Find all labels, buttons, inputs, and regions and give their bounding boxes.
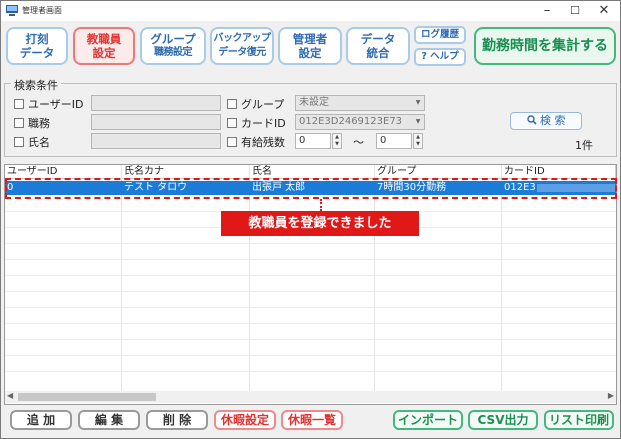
toolbar-label: 管理者 [292, 32, 328, 46]
window-title: 管理者画面 [22, 6, 62, 15]
paid-leave-to-input[interactable]: 0 [376, 133, 412, 149]
scroll-right-icon[interactable]: ▶ [608, 391, 614, 400]
group-label: グループ [241, 98, 285, 111]
user-id-label: ユーザーID [28, 98, 84, 111]
minimize-icon[interactable]: – [534, 1, 560, 21]
toolbar-label: データ復元 [218, 47, 266, 58]
paid-leave-from-input[interactable]: 0 [295, 133, 331, 149]
column-header-name[interactable]: 氏名 [250, 165, 375, 179]
user-id-field[interactable] [91, 95, 221, 111]
toolbar-label: データ [19, 46, 55, 60]
role-field[interactable] [91, 114, 221, 130]
search-button[interactable]: 検 索 [510, 112, 582, 130]
delete-button[interactable]: 削 除 [146, 410, 208, 430]
group-select-value: 未設定 [299, 97, 329, 108]
toolbar-label: 打刻 [25, 32, 49, 46]
toolbar-label: 教職員 [86, 32, 122, 46]
toolbar-backup-button[interactable]: バックアップ データ復元 [210, 27, 274, 65]
add-button[interactable]: 追 加 [10, 410, 72, 430]
aggregate-hours-button[interactable]: 勤務時間を集計する [474, 27, 616, 65]
chevron-down-icon: ▼ [415, 99, 421, 106]
paid-leave-label: 有給残数 [241, 136, 285, 149]
staff-table[interactable]: ユーザーID 氏名カナ 氏名 グループ カードID 0 テスト タロウ 出張戸 … [4, 164, 617, 405]
search-panel-title: 検索条件 [11, 77, 61, 93]
column-header-card-id[interactable]: カードID [502, 165, 616, 179]
admin-window: 管理者画面 – ☐ ✕ 打刻 データ 教職員 設定 グループ 職務設定 バックア… [0, 0, 621, 439]
name-checkbox[interactable] [14, 137, 24, 147]
leave-list-button[interactable]: 休暇一覧 [281, 410, 343, 430]
name-label: 氏名 [28, 136, 50, 149]
highlight-box [5, 178, 617, 199]
name-field[interactable] [91, 133, 221, 149]
chevron-down-icon: ▼ [415, 118, 421, 125]
csv-export-button[interactable]: CSV出力 [468, 410, 538, 430]
callout-connector [320, 199, 322, 211]
toolbar-label: 職務設定 [154, 47, 193, 58]
toolbar-data-merge-button[interactable]: データ 統合 [346, 27, 410, 65]
toolbar-staff-settings-button[interactable]: 教職員 設定 [73, 27, 135, 65]
group-checkbox[interactable] [227, 99, 237, 109]
callout-message: 教職員を登録できました [221, 211, 419, 236]
toolbar-admin-settings-button[interactable]: 管理者 設定 [278, 27, 342, 65]
column-header-group[interactable]: グループ [375, 165, 502, 179]
maximize-icon[interactable]: ☐ [562, 1, 588, 21]
title-bar: 管理者画面 – ☐ ✕ [1, 1, 620, 21]
toolbar-punch-data-button[interactable]: 打刻 データ [6, 27, 68, 65]
toolbar-label: データ [360, 32, 396, 46]
toolbar-label: バックアップ [213, 33, 272, 44]
toolbar-label: 設定 [298, 46, 322, 60]
paid-leave-checkbox[interactable] [227, 137, 237, 147]
toolbar-label: グループ [150, 32, 196, 46]
search-button-label: 検 索 [540, 114, 566, 127]
paid-leave-to-stepper[interactable]: ▲ ▼ [413, 133, 423, 149]
role-label: 職務 [28, 117, 50, 130]
log-history-button[interactable]: ログ履歴 [414, 26, 466, 44]
toolbar-group-role-button[interactable]: グループ 職務設定 [140, 27, 206, 65]
toolbar-label: 設定 [92, 46, 116, 60]
scrollbar-thumb[interactable] [18, 393, 156, 401]
print-list-button[interactable]: リスト印刷 [544, 410, 614, 430]
leave-settings-button[interactable]: 休暇設定 [214, 410, 276, 430]
card-id-select[interactable]: 012E3D2469123E73 ▼ [295, 114, 425, 130]
horizontal-scrollbar[interactable]: ◀ ▶ [5, 391, 616, 403]
import-button[interactable]: インポート [393, 410, 463, 430]
help-button[interactable]: ? ヘルプ [414, 48, 466, 66]
range-separator: ～ [353, 136, 364, 149]
card-id-label: カードID [241, 117, 286, 130]
role-checkbox[interactable] [14, 118, 24, 128]
column-header-kana[interactable]: 氏名カナ [122, 165, 250, 179]
user-id-checkbox[interactable] [14, 99, 24, 109]
card-id-checkbox[interactable] [227, 118, 237, 128]
column-header-user-id[interactable]: ユーザーID [5, 165, 122, 179]
edit-button[interactable]: 編 集 [78, 410, 140, 430]
close-icon[interactable]: ✕ [591, 1, 617, 21]
group-select[interactable]: 未設定 ▼ [295, 95, 425, 111]
search-icon [526, 115, 537, 125]
app-icon [6, 5, 18, 16]
toolbar-label: 統合 [366, 46, 390, 60]
scroll-left-icon[interactable]: ◀ [7, 391, 13, 400]
paid-leave-from-stepper[interactable]: ▲ ▼ [332, 133, 342, 149]
result-count: 1件 [575, 139, 593, 152]
card-id-select-value: 012E3D2469123E73 [299, 116, 403, 127]
